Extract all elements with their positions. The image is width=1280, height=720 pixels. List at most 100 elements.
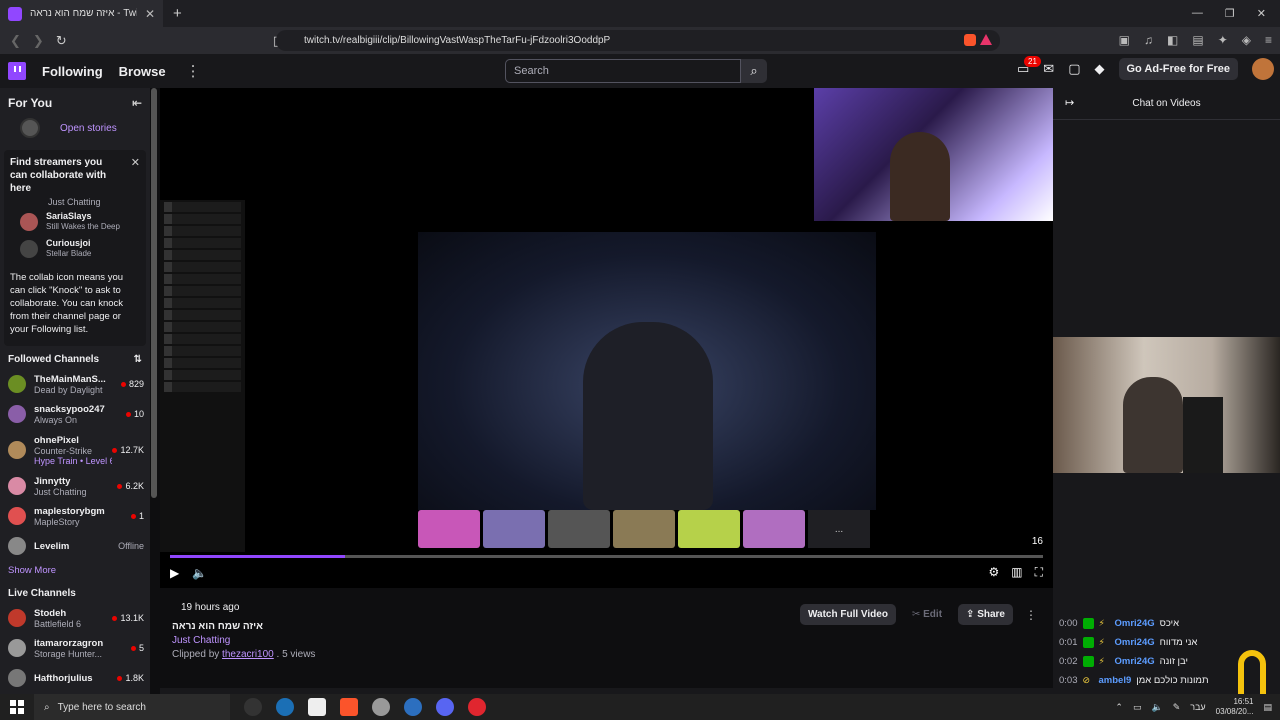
brave-icon[interactable]	[340, 698, 358, 716]
task-view-icon[interactable]	[244, 698, 262, 716]
opera-icon[interactable]	[468, 698, 486, 716]
close-tab-icon[interactable]: ✕	[145, 7, 155, 21]
for-you-header: For You ⇤	[0, 88, 150, 114]
taskbar-search[interactable]: ⌕ Type here to search	[34, 694, 230, 720]
sort-icon[interactable]: ⇅	[134, 354, 142, 365]
more-participants[interactable]: ...	[808, 510, 870, 548]
channel-item[interactable]: itamarorzagron Storage Hunter... 5	[0, 633, 150, 663]
nav-following[interactable]: Following	[42, 64, 103, 79]
live-dot-icon	[125, 411, 131, 417]
files-icon[interactable]	[308, 698, 326, 716]
open-stories[interactable]: Open stories	[0, 114, 150, 142]
theatre-mode-icon[interactable]: ▥	[1011, 565, 1022, 580]
wallet-icon[interactable]: ▤	[1192, 33, 1203, 47]
twitch-logo-icon[interactable]	[8, 62, 26, 80]
search-icon[interactable]: ⌕	[741, 59, 767, 83]
close-window-button[interactable]: ✕	[1257, 7, 1266, 20]
ccleaner-icon[interactable]	[404, 698, 422, 716]
chair	[1183, 397, 1223, 473]
brave-shield-icon[interactable]	[964, 34, 976, 46]
collab-item[interactable]: Curiousjoi Stellar Blade	[10, 234, 140, 261]
channel-item[interactable]: TheMainManS... Dead by Daylight 829	[0, 369, 150, 399]
chat-timestamp[interactable]: 0:00	[1059, 618, 1078, 629]
chat-timestamp[interactable]: 0:03	[1059, 675, 1078, 686]
inbox-icon[interactable]: ✉	[1043, 61, 1054, 77]
clock[interactable]: 16:51 03/08/20...	[1216, 697, 1254, 717]
channel-item[interactable]: Stodeh Battlefield 6 13.1K	[0, 603, 150, 633]
expand-chat-icon[interactable]: ↦	[1065, 96, 1074, 109]
collapse-sidebar-icon[interactable]: ⇤	[132, 96, 142, 110]
channel-item[interactable]: maplestorybgm MapleStory 1	[0, 501, 150, 531]
channel-item[interactable]: ohnePixel Counter-Strike Hype Train • Leve…	[0, 429, 150, 471]
chat-username[interactable]: Omri24G	[1115, 618, 1155, 629]
go-ad-free-button[interactable]: Go Ad-Free for Free	[1118, 58, 1238, 80]
video-player[interactable]: ... 16 ▶ 🔈 ⚙ ▥ ⛶	[160, 88, 1053, 588]
channel-info: Stodeh Battlefield 6	[34, 608, 112, 629]
notification-center-icon[interactable]: ▤	[1263, 702, 1272, 713]
chat-username[interactable]: ambel9	[1099, 675, 1132, 686]
whispers-icon[interactable]: ▢	[1068, 61, 1080, 77]
nav-browse[interactable]: Browse	[119, 64, 166, 79]
avatar	[8, 669, 26, 687]
extension-icon[interactable]: ▣	[1119, 33, 1130, 47]
sidebar-scrollbar[interactable]	[151, 88, 157, 498]
chat-timestamp[interactable]: 0:01	[1059, 637, 1078, 648]
menu-icon[interactable]: ≡	[1265, 33, 1272, 47]
discord-icon[interactable]	[436, 698, 454, 716]
music-icon[interactable]: ♫	[1144, 33, 1153, 47]
windows-start-icon[interactable]	[10, 700, 24, 714]
clipper-link[interactable]: thezacri100	[222, 649, 274, 660]
more-options-icon[interactable]: ⋮	[1021, 608, 1041, 622]
viewer-count: 1	[130, 511, 144, 521]
ai-icon[interactable]: ✦	[1218, 33, 1228, 47]
browser-tab[interactable]: איזה שמח הוא נראה - Twitch ✕	[0, 0, 163, 27]
chat-username[interactable]: Omri24G	[1115, 656, 1155, 667]
language-indicator[interactable]: עבר	[1190, 702, 1205, 712]
clipped-by: Clipped by thezacri100 . 5 views	[172, 649, 315, 660]
reload-icon[interactable]: ↻	[56, 33, 67, 49]
close-icon[interactable]: ✕	[131, 156, 140, 169]
fullscreen-icon[interactable]: ⛶	[1035, 565, 1043, 580]
bits-icon[interactable]: ◆	[1095, 61, 1105, 77]
open-stories-label: Open stories	[60, 122, 117, 134]
channel-item[interactable]: Jinnytty Just Chatting 6.2K	[0, 471, 150, 501]
minimize-button[interactable]: —	[1192, 7, 1203, 20]
user-avatar[interactable]	[1252, 58, 1274, 80]
pen-icon[interactable]: ✎	[1173, 702, 1181, 713]
more-icon[interactable]: ⋮	[186, 62, 201, 80]
progress-bar[interactable]	[170, 555, 1043, 558]
show-more-link[interactable]: Show More	[0, 561, 150, 580]
channel-item[interactable]: Hafthorjulius 1.8K	[0, 663, 150, 693]
edit-button[interactable]: ✂ Edit	[904, 604, 950, 625]
collab-item[interactable]: SariaSlays Still Wakes the Deep	[10, 207, 140, 234]
new-tab-button[interactable]: +	[173, 5, 182, 22]
verified-badge-icon	[1082, 656, 1094, 667]
channel-name: TheMainManS...	[34, 373, 106, 385]
clip-category[interactable]: Just Chatting	[172, 635, 315, 646]
forward-icon[interactable]: ❯	[33, 33, 44, 49]
collab-title: Find streamers you can collaborate with …	[10, 157, 107, 194]
back-icon[interactable]: ❮	[10, 33, 21, 49]
share-button[interactable]: ⇪ Share	[958, 604, 1013, 625]
speaker-icon[interactable]: 🔈	[1151, 702, 1162, 713]
channel-item[interactable]: Levelim Offline	[0, 531, 150, 561]
app-icon[interactable]	[372, 698, 390, 716]
vpn-icon[interactable]: ◈	[1242, 33, 1251, 47]
settings-icon[interactable]: ⚙	[988, 565, 999, 580]
url-field[interactable]: twitch.tv/realbigiii/clip/BillowingVastW…	[276, 30, 1000, 51]
volume-icon[interactable]: 🔈	[192, 566, 207, 580]
chat-timestamp[interactable]: 0:02	[1059, 656, 1078, 667]
network-icon[interactable]: ▭	[1133, 702, 1142, 713]
brave-rewards-icon[interactable]	[980, 34, 992, 45]
maximize-button[interactable]: ❐	[1225, 7, 1235, 20]
watch-full-video-button[interactable]: Watch Full Video	[799, 604, 896, 625]
search-input[interactable]: Search	[505, 59, 741, 83]
play-icon[interactable]: ▶	[170, 566, 179, 580]
notifications-icon[interactable]: ▭ 21	[1017, 56, 1041, 77]
channel-item[interactable]: snacksypoo247 Always On 10	[0, 399, 150, 429]
tray-arrow-icon[interactable]: ⌃	[1115, 702, 1123, 713]
chat-message: 0:02 ⚡ Omri24G יבן זונה	[1059, 656, 1188, 667]
steam-icon[interactable]	[276, 698, 294, 716]
sidebar-icon[interactable]: ◧	[1167, 33, 1178, 47]
chat-username[interactable]: Omri24G	[1115, 637, 1155, 648]
